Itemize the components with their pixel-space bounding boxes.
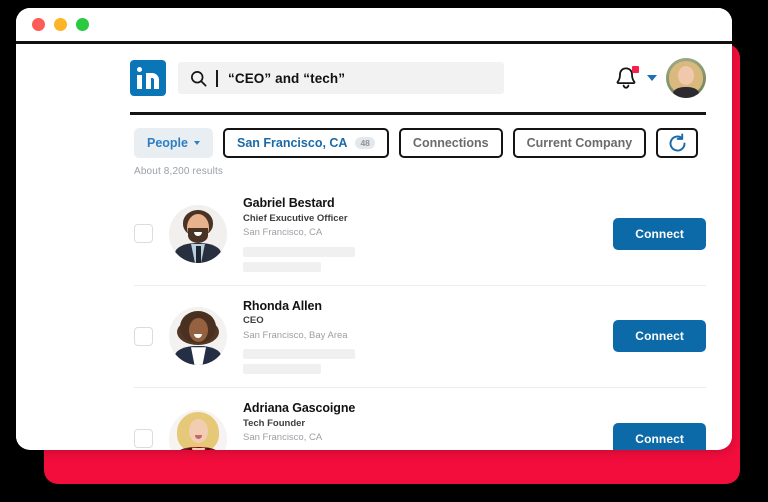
connect-button[interactable]: Connect: [613, 320, 706, 353]
refresh-icon: [669, 132, 686, 151]
filter-location-count: 48: [355, 136, 375, 150]
person-title: Chief Exucutive Officer: [243, 212, 348, 224]
skeleton-line: [243, 364, 321, 375]
row-info: Rhonda Allen CEO San Francisco, Bay Area: [243, 299, 601, 375]
notification-badge: [632, 65, 639, 73]
connect-button[interactable]: Connect: [613, 217, 706, 250]
browser-window: “CEO” and “tech” People San Francisco, C…: [16, 8, 732, 450]
notifications-button[interactable]: [614, 65, 639, 92]
search-input[interactable]: “CEO” and “tech”: [228, 71, 345, 86]
window-titlebar: [16, 8, 732, 44]
results-summary: About 8,200 results: [134, 166, 224, 177]
person-name[interactable]: Rhonda Allen: [243, 299, 601, 315]
filter-current-company-label: Current Company: [526, 136, 633, 150]
avatar: [169, 307, 227, 366]
chevron-down-icon[interactable]: [647, 75, 657, 81]
search-bar[interactable]: “CEO” and “tech”: [178, 62, 504, 94]
person-location: San Francisco, CA: [243, 432, 323, 444]
skeleton-line: [243, 261, 321, 272]
row-checkbox[interactable]: [134, 429, 153, 449]
chevron-down-icon: [194, 141, 200, 145]
linkedin-logo-icon[interactable]: [130, 60, 166, 96]
table-row[interactable]: Gabriel Bestard Chief Exucutive Officer …: [134, 183, 706, 286]
avatar: [169, 409, 227, 450]
person-title: CEO: [243, 315, 264, 327]
window-minimize-button[interactable]: [54, 18, 67, 31]
filter-connections[interactable]: Connections: [398, 128, 503, 158]
filter-connections-label: Connections: [412, 136, 489, 150]
search-icon: [191, 70, 207, 86]
nav-divider: [130, 112, 706, 115]
nav-right-cluster: [596, 58, 706, 98]
filter-location[interactable]: San Francisco, CA 48: [223, 128, 389, 158]
skeleton-line: [243, 246, 355, 257]
filter-people-label: People: [147, 136, 188, 150]
connect-button[interactable]: Connect: [613, 422, 706, 450]
window-close-button[interactable]: [32, 18, 45, 31]
screenshot-stage: “CEO” and “tech” People San Francisco, C…: [0, 0, 768, 502]
filter-reset-button[interactable]: [656, 128, 699, 158]
person-location: San Francisco, Bay Area: [243, 329, 348, 341]
row-info: Adriana Gascoigne Tech Founder San Franc…: [243, 401, 601, 450]
avatar: [169, 204, 227, 263]
row-checkbox[interactable]: [134, 326, 153, 346]
table-row[interactable]: Rhonda Allen CEO San Francisco, Bay Area…: [134, 286, 706, 389]
person-name[interactable]: Adriana Gascoigne: [243, 401, 601, 417]
filter-bar: People San Francisco, CA 48 Connections …: [134, 128, 706, 158]
person-title: Tech Founder: [243, 417, 306, 429]
app-content: “CEO” and “tech” People San Francisco, C…: [16, 44, 732, 450]
results-list: Gabriel Bestard Chief Exucutive Officer …: [134, 183, 706, 450]
avatar[interactable]: [666, 58, 706, 98]
top-navigation-bar: “CEO” and “tech”: [130, 44, 706, 108]
table-row[interactable]: Adriana Gascoigne Tech Founder San Franc…: [134, 388, 706, 450]
person-name[interactable]: Gabriel Bestard: [243, 196, 601, 212]
search-cursor: [216, 69, 218, 87]
filter-location-label: San Francisco, CA: [237, 136, 348, 150]
filter-people-dropdown[interactable]: People: [134, 128, 213, 158]
skeleton-line: [243, 349, 355, 360]
window-maximize-button[interactable]: [76, 18, 89, 31]
row-checkbox[interactable]: [134, 224, 153, 244]
filter-current-company[interactable]: Current Company: [512, 128, 647, 158]
row-info: Gabriel Bestard Chief Exucutive Officer …: [243, 196, 601, 272]
person-location: San Francisco, CA: [243, 227, 323, 239]
